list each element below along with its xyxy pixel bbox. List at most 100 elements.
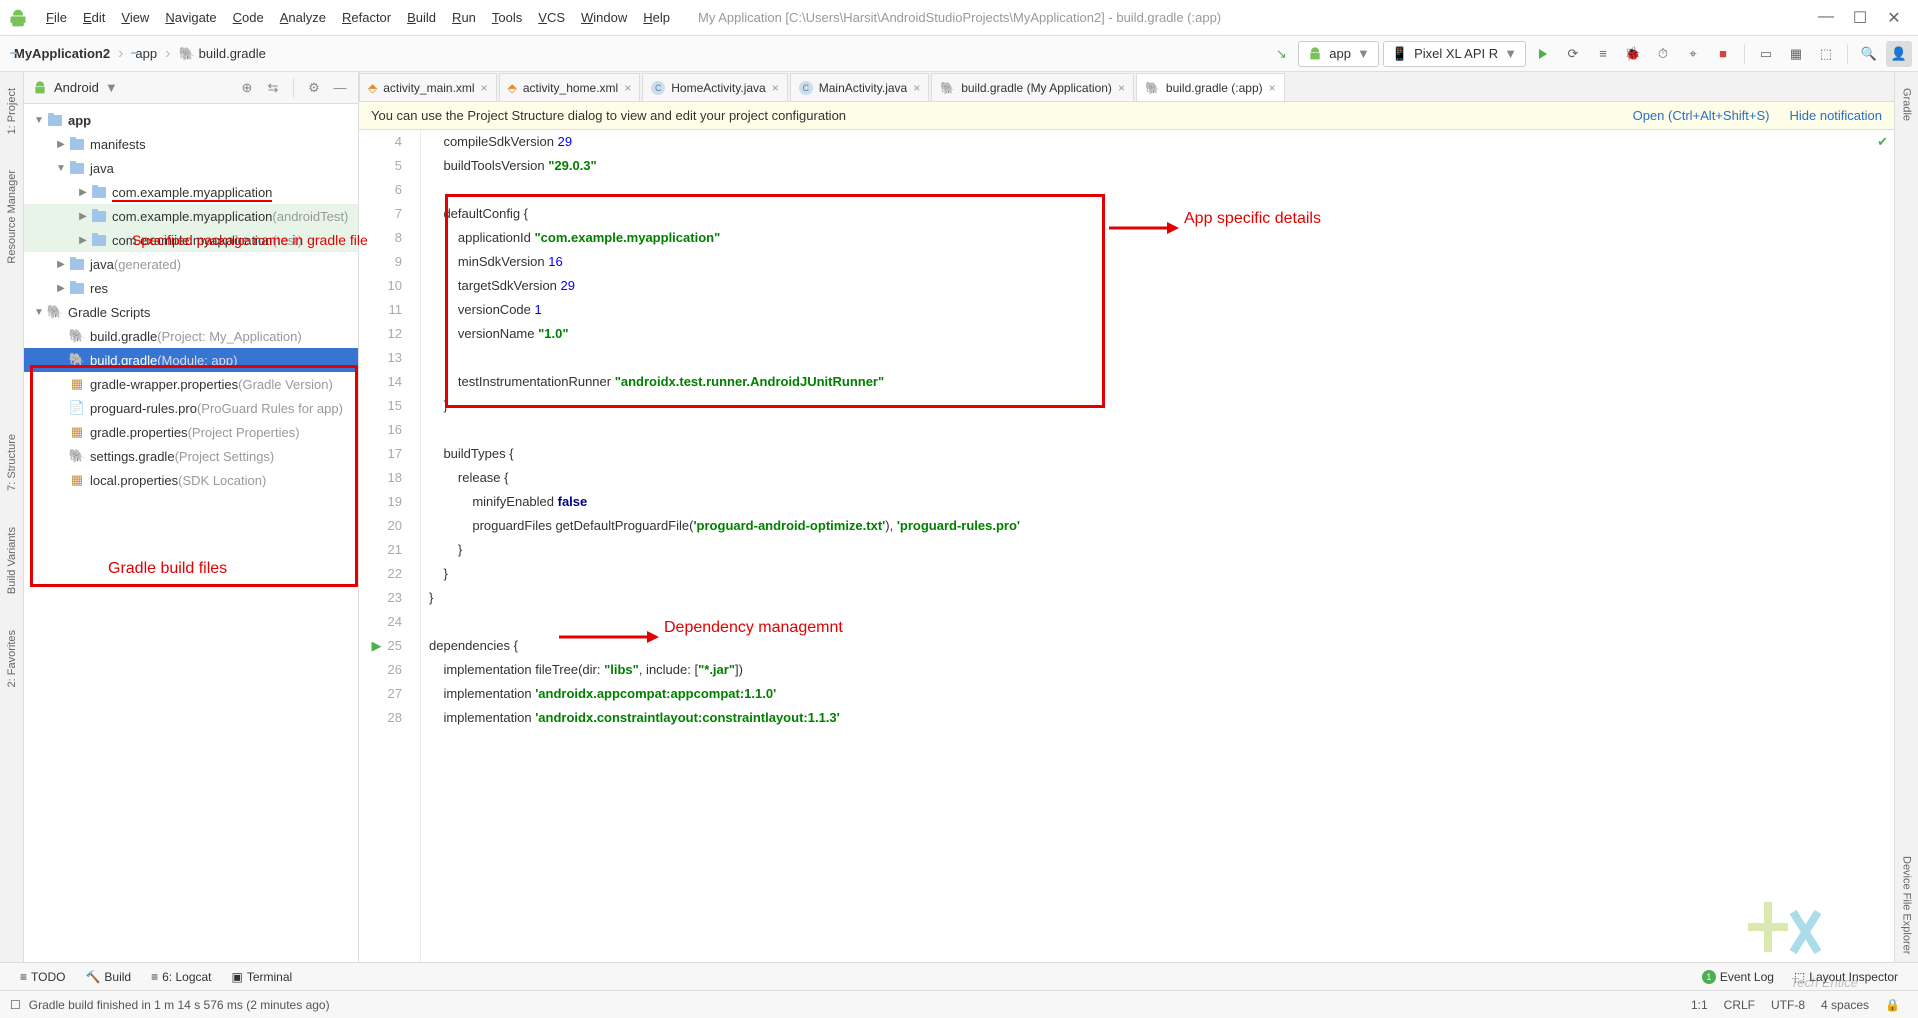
tree-item[interactable]: 🐘build.gradle (Project: My_Application) xyxy=(24,324,358,348)
status-position[interactable]: 1:1 xyxy=(1683,998,1716,1012)
tool-favorites[interactable]: 2: Favorites xyxy=(6,622,18,695)
stop-icon[interactable]: ■ xyxy=(1710,41,1736,67)
status-bar: ☐ Gradle build finished in 1 m 14 s 576 … xyxy=(0,990,1918,1018)
editor-tab[interactable]: 🐘build.gradle (:app)× xyxy=(1136,73,1285,101)
tool-build[interactable]: 🔨 Build xyxy=(75,970,141,984)
tree-item[interactable]: ▶com.example.myapplication (test) xyxy=(24,228,358,252)
tree-item[interactable]: ▼🐘Gradle Scripts xyxy=(24,300,358,324)
sync-icon[interactable]: ↘ xyxy=(1268,41,1294,67)
project-view-selector[interactable]: Android xyxy=(54,80,99,95)
menu-view[interactable]: View xyxy=(113,10,157,25)
maximize-icon[interactable]: ☐ xyxy=(1850,8,1870,28)
apply-changes-icon[interactable]: ⟳ xyxy=(1560,41,1586,67)
tree-item[interactable]: ▶com.example.myapplication (androidTest) xyxy=(24,204,358,228)
menu-refactor[interactable]: Refactor xyxy=(334,10,399,25)
close-tab-icon[interactable]: × xyxy=(1269,81,1276,95)
tool-build-variants[interactable]: Build Variants xyxy=(6,519,18,602)
close-icon[interactable]: ✕ xyxy=(1884,8,1904,28)
close-tab-icon[interactable]: × xyxy=(481,81,488,95)
hide-notification-link[interactable]: Hide notification xyxy=(1790,108,1883,123)
tree-item[interactable]: ▼java xyxy=(24,156,358,180)
tool-structure[interactable]: 7: Structure xyxy=(6,426,18,499)
notification-bar: You can use the Project Structure dialog… xyxy=(359,102,1894,130)
tool-todo[interactable]: ≡ TODO xyxy=(10,970,75,984)
close-tab-icon[interactable]: × xyxy=(1118,81,1125,95)
tree-item[interactable]: 🐘build.gradle (Module: app) xyxy=(24,348,358,372)
editor-area: ⬘activity_main.xml×⬘activity_home.xml×CH… xyxy=(359,72,1894,962)
tool-layout-inspector[interactable]: ⬚ Layout Inspector xyxy=(1784,970,1908,984)
breadcrumb-leaf[interactable]: 🐘build.gradle xyxy=(174,44,269,64)
tool-resource-manager[interactable]: Resource Manager xyxy=(6,162,18,272)
close-tab-icon[interactable]: × xyxy=(772,81,779,95)
sdk-manager-icon[interactable]: ▦ xyxy=(1783,41,1809,67)
tool-project[interactable]: 1: Project xyxy=(6,80,18,142)
debug-icon[interactable]: 🐞 xyxy=(1620,41,1646,67)
open-project-structure-link[interactable]: Open (Ctrl+Alt+Shift+S) xyxy=(1633,108,1770,123)
settings-icon[interactable]: ⚙ xyxy=(304,78,324,98)
tool-terminal[interactable]: ▣ Terminal xyxy=(222,970,303,984)
project-tree[interactable]: ▼app▶manifests▼java▶com.example.myapplic… xyxy=(24,104,358,962)
breadcrumb: MyApplication2 › app › 🐘build.gradle xyxy=(6,44,1268,64)
menu-run[interactable]: Run xyxy=(444,10,484,25)
tool-device-explorer[interactable]: Device File Explorer xyxy=(1901,848,1913,962)
tree-item[interactable]: ▦gradle.properties (Project Properties) xyxy=(24,420,358,444)
breadcrumb-mid[interactable]: app xyxy=(127,44,161,63)
tool-gradle[interactable]: Gradle xyxy=(1901,80,1913,129)
close-tab-icon[interactable]: × xyxy=(624,81,631,95)
layout-inspector-icon[interactable]: ⬚ xyxy=(1813,41,1839,67)
right-tool-strip: Gradle Device File Explorer xyxy=(1894,72,1918,962)
avd-manager-icon[interactable]: ▭ xyxy=(1753,41,1779,67)
editor-tab[interactable]: ⬘activity_home.xml× xyxy=(499,73,641,101)
menu-file[interactable]: File xyxy=(38,10,75,25)
breadcrumb-root[interactable]: MyApplication2 xyxy=(6,44,114,63)
status-encoding[interactable]: UTF-8 xyxy=(1763,998,1813,1012)
expand-icon[interactable]: ⇆ xyxy=(263,78,283,98)
editor-tab[interactable]: CMainActivity.java× xyxy=(790,73,930,101)
minimize-icon[interactable]: — xyxy=(1816,8,1836,28)
tree-item[interactable]: 🐘settings.gradle (Project Settings) xyxy=(24,444,358,468)
menu-build[interactable]: Build xyxy=(399,10,444,25)
menu-tools[interactable]: Tools xyxy=(484,10,530,25)
tree-item[interactable]: ▶res xyxy=(24,276,358,300)
tree-item[interactable]: ▶manifests xyxy=(24,132,358,156)
editor-tabs: ⬘activity_main.xml×⬘activity_home.xml×CH… xyxy=(359,72,1894,102)
window-title: My Application [C:\Users\Harsit\AndroidS… xyxy=(698,10,1816,25)
attach-debugger-icon[interactable]: ⌖ xyxy=(1680,41,1706,67)
menu-analyze[interactable]: Analyze xyxy=(272,10,334,25)
tree-item[interactable]: ▶com.example.myapplication xyxy=(24,180,358,204)
run-config-dropdown[interactable]: app▼ xyxy=(1298,41,1379,67)
locate-icon[interactable]: ⊕ xyxy=(237,78,257,98)
tree-item[interactable]: ▼app xyxy=(24,108,358,132)
tool-event-log[interactable]: 1 Event Log xyxy=(1692,970,1784,984)
account-icon[interactable]: 👤 xyxy=(1886,41,1912,67)
profile-icon[interactable]: ⏱ xyxy=(1650,41,1676,67)
status-line-ending[interactable]: CRLF xyxy=(1716,998,1763,1012)
bottom-tool-bar: ≡ TODO 🔨 Build ≡ 6: Logcat ▣ Terminal 1 … xyxy=(0,962,1918,990)
run-button[interactable] xyxy=(1530,41,1556,67)
line-gutter[interactable]: 456789101112131415161718192021222324▶252… xyxy=(359,130,421,962)
tree-item[interactable]: ▦local.properties (SDK Location) xyxy=(24,468,358,492)
close-tab-icon[interactable]: × xyxy=(913,81,920,95)
editor-tab[interactable]: CHomeActivity.java× xyxy=(642,73,788,101)
menu-help[interactable]: Help xyxy=(635,10,678,25)
tool-logcat[interactable]: ≡ 6: Logcat xyxy=(141,970,221,984)
tree-item[interactable]: ▦gradle-wrapper.properties (Gradle Versi… xyxy=(24,372,358,396)
device-dropdown[interactable]: 📱Pixel XL API R▼ xyxy=(1383,41,1526,67)
tree-item[interactable]: ▶java (generated) xyxy=(24,252,358,276)
editor-tab[interactable]: 🐘build.gradle (My Application)× xyxy=(931,73,1134,101)
analysis-ok-icon: ✔ xyxy=(1877,134,1888,150)
menu-window[interactable]: Window xyxy=(573,10,635,25)
hide-icon[interactable]: — xyxy=(330,78,350,98)
menu-code[interactable]: Code xyxy=(225,10,272,25)
apply-code-icon[interactable]: ≡ xyxy=(1590,41,1616,67)
lock-icon[interactable]: 🔒 xyxy=(1877,998,1908,1012)
menu-vcs[interactable]: VCS xyxy=(530,10,573,25)
code-editor[interactable]: compileSdkVersion 29 buildToolsVersion "… xyxy=(421,130,1894,962)
search-icon[interactable]: 🔍 xyxy=(1856,41,1882,67)
left-tool-strip: 1: Project Resource Manager 7: Structure… xyxy=(0,72,24,962)
tree-item[interactable]: 📄proguard-rules.pro (ProGuard Rules for … xyxy=(24,396,358,420)
editor-tab[interactable]: ⬘activity_main.xml× xyxy=(359,73,497,101)
menu-navigate[interactable]: Navigate xyxy=(157,10,224,25)
status-indent[interactable]: 4 spaces xyxy=(1813,998,1877,1012)
menu-edit[interactable]: Edit xyxy=(75,10,113,25)
